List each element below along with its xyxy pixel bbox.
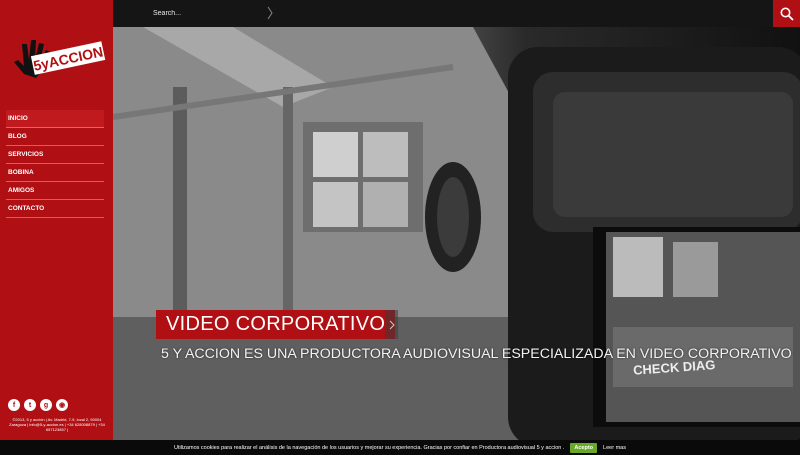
social-links: f t g ◉	[8, 399, 68, 411]
search-button[interactable]	[773, 0, 800, 27]
facebook-icon[interactable]: f	[8, 399, 20, 411]
search-input[interactable]	[153, 7, 713, 20]
nav-item-servicios[interactable]: SERVICIOS	[6, 146, 104, 164]
accept-cookies-button[interactable]: Acepto	[570, 442, 598, 453]
cookie-text: Utilizamos cookies para realizar el anál…	[174, 444, 565, 451]
search-icon	[780, 7, 794, 21]
hero-title-arrow[interactable]	[385, 310, 398, 339]
twitter-icon[interactable]: t	[24, 399, 36, 411]
chevron-right-icon	[389, 320, 395, 329]
read-more-link[interactable]: Leer mas	[603, 445, 626, 451]
hero-title-box: VIDEO CORPORATIVO	[156, 310, 396, 339]
hero-title: VIDEO CORPORATIVO	[166, 313, 386, 335]
top-search-bar	[113, 0, 800, 27]
nav-item-inicio[interactable]: INICIO	[6, 110, 110, 128]
cookie-bar: Utilizamos cookies para realizar el anál…	[0, 440, 800, 455]
hero-photo: CHECK DIAG	[113, 27, 800, 440]
google-plus-icon[interactable]: g	[40, 399, 52, 411]
nav-item-blog[interactable]: BLOG	[6, 128, 104, 146]
hero-image: CHECK DIAG	[113, 27, 800, 440]
nav-item-bobina[interactable]: BOBINA	[6, 164, 104, 182]
main-nav: INICIO BLOG SERVICIOS BOBINA AMIGOS CONT…	[6, 110, 110, 218]
nav-item-amigos[interactable]: AMIGOS	[6, 182, 104, 200]
logo[interactable]: 5yACCION	[6, 34, 106, 80]
footer-address: ©2013, 5 y acción | Av. Madrid, 7-9, loc…	[9, 417, 105, 432]
hero-subtitle: 5 Y ACCION ES UNA PRODUCTORA AUDIOVISUAL…	[161, 346, 792, 362]
sidebar: 5yACCION INICIO BLOG SERVICIOS BOBINA AM…	[0, 0, 113, 440]
nav-item-contacto[interactable]: CONTACTO	[6, 200, 104, 218]
rss-icon[interactable]: ◉	[56, 399, 68, 411]
